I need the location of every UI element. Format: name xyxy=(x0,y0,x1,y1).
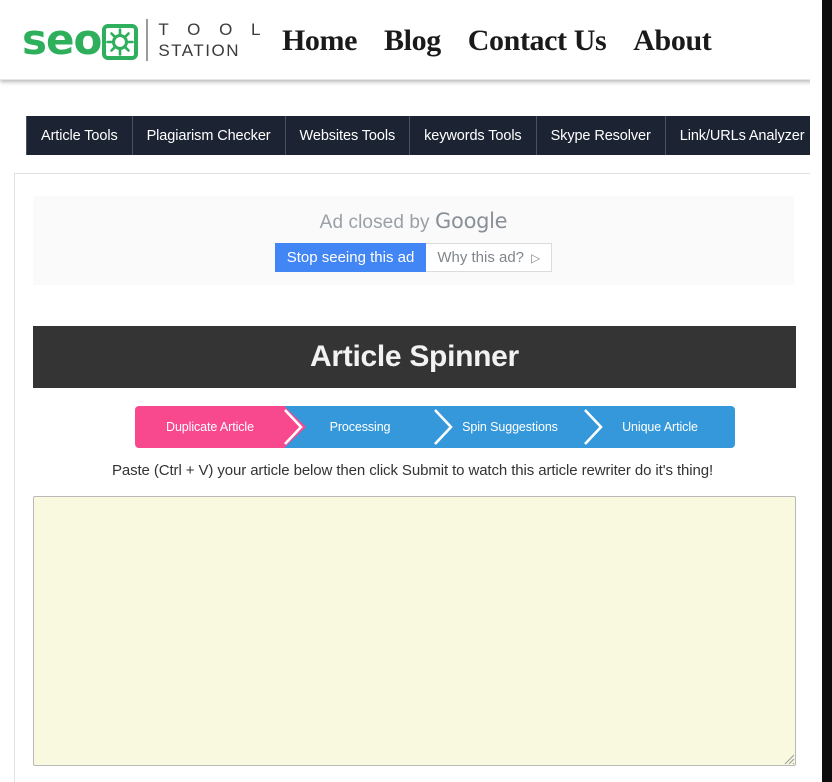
ad-closed-prefix: Ad closed by xyxy=(319,212,436,233)
instruction-text: Paste (Ctrl + V) your article below then… xyxy=(111,462,714,479)
logo-brand-letters: seo xyxy=(22,15,102,64)
navbar-item-link-urls-analyzer[interactable]: Link/URLs Analyzer xyxy=(665,116,820,155)
logo-wordmark: T O O L STATION xyxy=(158,21,267,59)
page-root: seo T O O L STATION Home Blog Contact Us… xyxy=(0,0,832,782)
navbar-item-websites-tools[interactable]: Websites Tools xyxy=(285,116,411,155)
ad-closed-label: Ad closed by Google xyxy=(320,209,508,234)
tools-navbar: Article Tools Plagiarism Checker Website… xyxy=(26,116,832,155)
step-unique-article[interactable]: Unique Article xyxy=(585,406,735,448)
navbar-item-article-tools[interactable]: Article Tools xyxy=(26,116,133,155)
logo-brand-text: seo xyxy=(22,15,139,64)
google-ad-block: Ad closed by Google Stop seeing this ad … xyxy=(33,196,794,285)
stop-seeing-ad-button[interactable]: Stop seeing this ad xyxy=(274,243,427,272)
step-label: Unique Article xyxy=(622,420,698,434)
site-header: seo T O O L STATION Home Blog Contact Us… xyxy=(0,0,822,80)
adchoices-icon: ▷ xyxy=(531,250,541,265)
gear-icon xyxy=(102,23,139,60)
step-label: Spin Suggestions xyxy=(462,420,558,434)
navbar-item-skype-resolver[interactable]: Skype Resolver xyxy=(536,116,666,155)
step-processing[interactable]: Processing xyxy=(285,406,456,448)
why-this-ad-button[interactable]: Why this ad? ▷ xyxy=(426,243,553,272)
logo-word-tool: T O O L xyxy=(158,20,268,39)
step-duplicate-article[interactable]: Duplicate Article xyxy=(135,406,306,448)
ad-action-buttons: Stop seeing this ad Why this ad? ▷ xyxy=(274,243,553,272)
browser-edge-strip xyxy=(822,0,832,782)
navbar-item-plagiarism-checker[interactable]: Plagiarism Checker xyxy=(132,116,286,155)
navbar-item-keywords-tools[interactable]: keywords Tools xyxy=(410,116,537,155)
logo-word-station: STATION xyxy=(158,41,240,60)
page-title-banner: Article Spinner xyxy=(33,326,796,388)
top-nav-link-about[interactable]: About xyxy=(633,24,711,58)
step-label: Processing xyxy=(329,420,391,434)
progress-steps: Duplicate Article Processing Spin Sugges… xyxy=(135,406,735,448)
logo-divider xyxy=(146,19,149,61)
site-logo[interactable]: seo T O O L STATION xyxy=(22,14,268,66)
why-this-ad-label: Why this ad? xyxy=(437,249,525,266)
page-right-gutter xyxy=(810,0,822,782)
top-nav-link-home[interactable]: Home xyxy=(282,24,357,58)
top-nav-link-contact-us[interactable]: Contact Us xyxy=(468,24,607,58)
page-title: Article Spinner xyxy=(310,340,519,373)
step-label: Duplicate Article xyxy=(166,420,254,434)
top-navigation: Home Blog Contact Us About xyxy=(282,20,712,62)
main-content-card: Ad closed by Google Stop seeing this ad … xyxy=(14,173,811,782)
top-nav-link-blog[interactable]: Blog xyxy=(384,24,441,58)
step-spin-suggestions[interactable]: Spin Suggestions xyxy=(435,406,606,448)
article-input-textarea[interactable] xyxy=(33,496,796,766)
google-wordmark: Google xyxy=(435,209,508,233)
